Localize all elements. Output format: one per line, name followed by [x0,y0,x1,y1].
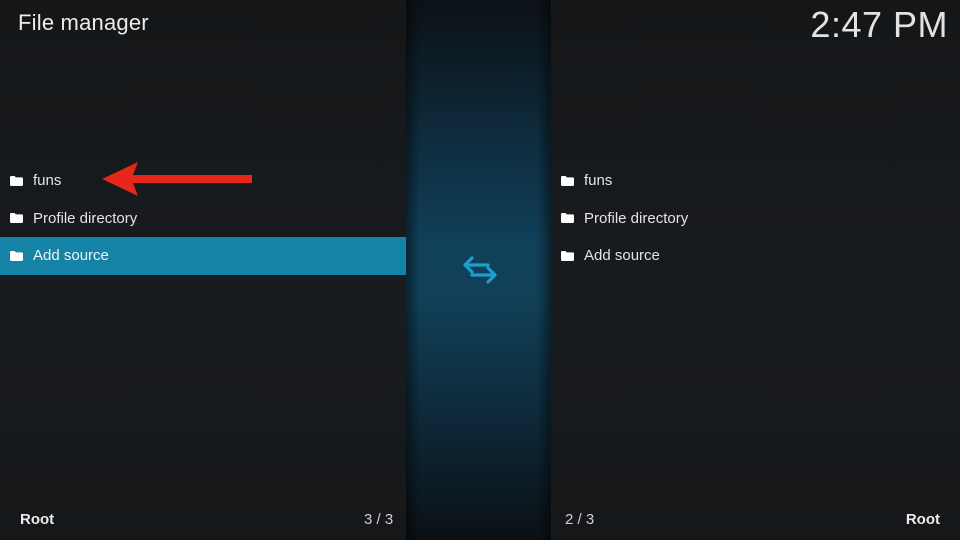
list-item-label: funs [584,172,613,190]
folder-icon [10,250,23,261]
page-title: File manager [18,10,149,35]
list-item-label: Profile directory [584,209,689,227]
file-manager-screen: File manager 2:47 PM funs Profile direct… [0,0,960,540]
folder-icon [10,213,23,224]
list-item-label: Add source [584,247,660,265]
right-list-item-profile-directory[interactable]: Profile directory [551,200,960,238]
folder-icon [561,213,574,224]
right-file-list: funs Profile directory Add source [551,162,960,275]
right-list-item-add-source[interactable]: Add source [551,237,960,275]
red-arrow-icon [102,162,252,196]
right-footer-count: 2 / 3 [565,511,595,528]
folder-icon [10,175,23,186]
list-item-label: Add source [33,247,109,265]
left-list-item-add-source[interactable]: Add source [0,237,406,275]
swap-arrows-icon[interactable] [462,254,498,286]
folder-icon [561,250,574,261]
right-footer-path: Root [905,511,940,528]
left-footer-count: 3 / 3 [364,511,394,528]
folder-icon [561,175,574,186]
clock: 2:47 PM [810,4,948,45]
right-list-item-funs[interactable]: funs [551,162,960,200]
list-item-label: Profile directory [33,209,138,227]
list-item-label: funs [33,172,62,190]
left-footer-path: Root [20,511,55,528]
left-list-item-profile-directory[interactable]: Profile directory [0,200,406,238]
